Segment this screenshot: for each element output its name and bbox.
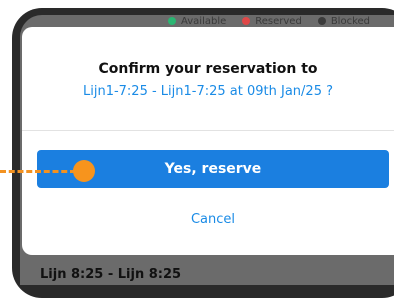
availability-legend: Available Reserved Blocked (168, 15, 370, 27)
legend-blocked: Blocked (317, 15, 371, 27)
click-pointer-icon (73, 160, 95, 182)
reserved-dot-icon (242, 17, 251, 25)
legend-reserved: Reserved (242, 15, 302, 27)
dialog-title: Confirm your reservation to (98, 61, 318, 77)
cancel-button[interactable]: Cancel (37, 204, 389, 234)
dialog-subtitle: Lijn1-7:25 - Lijn1-7:25 at 09th Jan/25 ? (82, 84, 333, 99)
legend-available: Available (168, 15, 226, 27)
dialog-divider (22, 130, 394, 131)
background-slot-label: Lijn 8:25 - Lijn 8:25 (40, 267, 182, 282)
legend-available-label: Available (181, 15, 227, 27)
blocked-dot-icon (317, 17, 326, 25)
reservation-confirm-dialog: Confirm your reservation to Lijn1-7:25 -… (22, 27, 394, 255)
legend-blocked-label: Blocked (330, 15, 371, 27)
available-dot-icon (168, 17, 176, 25)
legend-reserved-label: Reserved (255, 15, 302, 27)
pointer-trail (0, 170, 76, 173)
